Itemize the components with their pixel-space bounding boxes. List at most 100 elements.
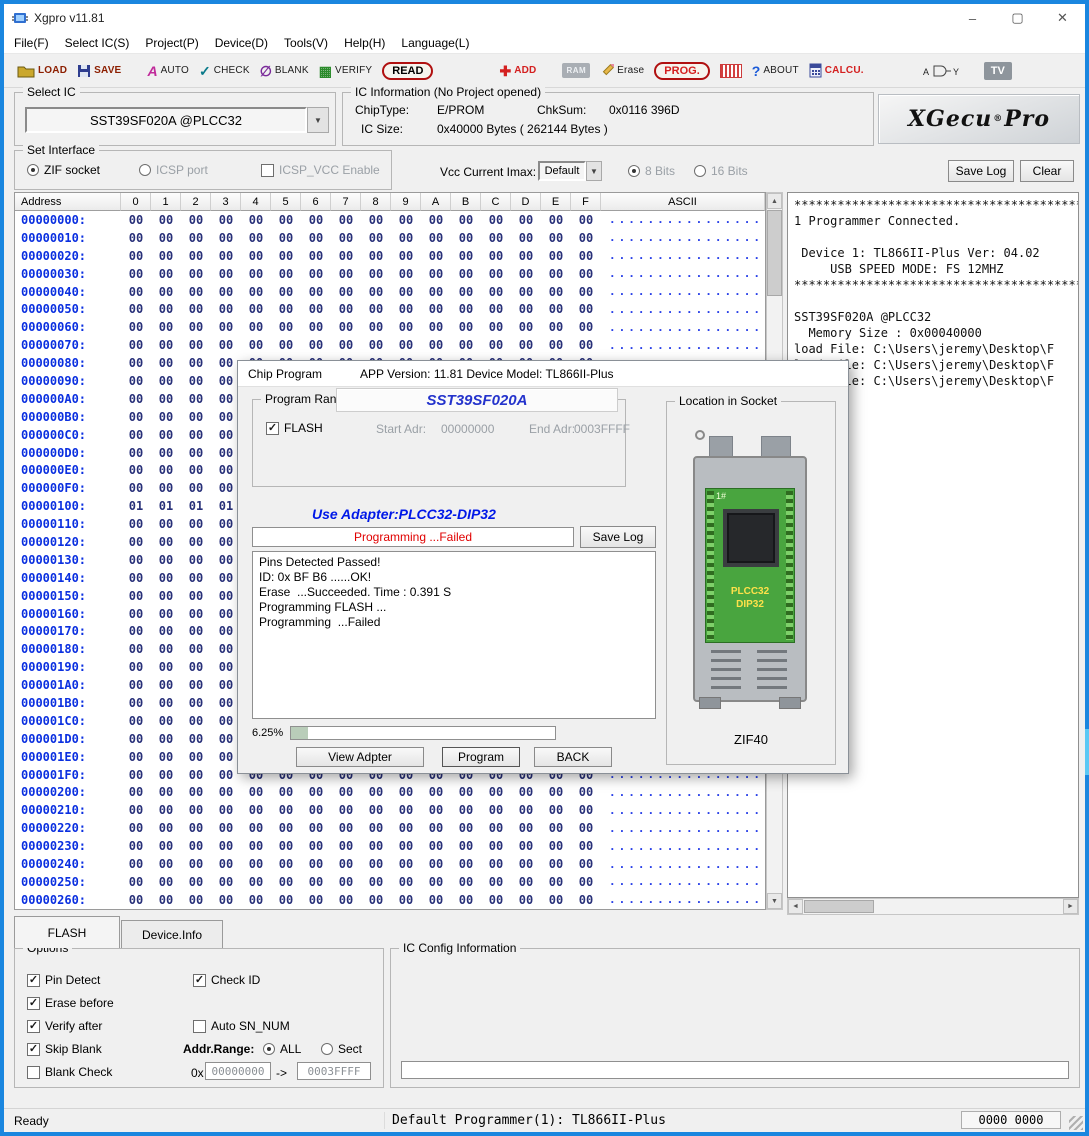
- hex-byte[interactable]: 00: [151, 446, 181, 460]
- hex-byte[interactable]: 00: [541, 785, 571, 799]
- hex-byte[interactable]: 00: [361, 875, 391, 889]
- resize-grip[interactable]: [1069, 1116, 1083, 1130]
- hex-byte[interactable]: 00: [481, 213, 511, 227]
- hex-byte[interactable]: 00: [151, 463, 181, 477]
- hex-byte[interactable]: 00: [181, 678, 211, 692]
- hex-byte[interactable]: 00: [391, 785, 421, 799]
- hex-byte[interactable]: 00: [121, 768, 151, 782]
- hex-byte[interactable]: 00: [391, 803, 421, 817]
- hex-byte[interactable]: 00: [511, 857, 541, 871]
- hex-byte[interactable]: 00: [451, 785, 481, 799]
- hex-byte[interactable]: 00: [121, 803, 151, 817]
- hex-byte[interactable]: 00: [541, 857, 571, 871]
- hex-byte[interactable]: 00: [421, 320, 451, 334]
- hex-byte[interactable]: 00: [331, 893, 361, 907]
- hex-byte[interactable]: 00: [121, 607, 151, 621]
- hex-byte[interactable]: 00: [301, 267, 331, 281]
- hex-byte[interactable]: 00: [121, 821, 151, 835]
- hex-byte[interactable]: 00: [151, 481, 181, 495]
- skip-blank-checkbox[interactable]: ✓: [27, 1043, 40, 1056]
- scroll-down-icon[interactable]: ▼: [767, 893, 782, 909]
- hex-byte[interactable]: 00: [481, 338, 511, 352]
- hex-byte[interactable]: 00: [481, 231, 511, 245]
- hex-header-cell[interactable]: A: [421, 193, 451, 211]
- menu-item[interactable]: Language(L): [393, 33, 477, 53]
- hex-byte[interactable]: 00: [391, 857, 421, 871]
- hex-byte[interactable]: 00: [301, 839, 331, 853]
- hex-byte[interactable]: 00: [301, 875, 331, 889]
- hex-header-cell[interactable]: F: [571, 193, 601, 211]
- hex-header-cell[interactable]: 6: [301, 193, 331, 211]
- hex-byte[interactable]: 00: [121, 571, 151, 585]
- hex-byte[interactable]: 00: [391, 302, 421, 316]
- hex-byte[interactable]: 00: [121, 696, 151, 710]
- check-button[interactable]: ✓ CHECK: [194, 62, 255, 80]
- hex-byte[interactable]: 00: [151, 642, 181, 656]
- hex-byte[interactable]: 00: [331, 839, 361, 853]
- hex-byte[interactable]: 00: [121, 285, 151, 299]
- hex-byte[interactable]: 00: [121, 302, 151, 316]
- hex-byte[interactable]: 00: [241, 875, 271, 889]
- hex-byte[interactable]: 00: [151, 320, 181, 334]
- hex-byte[interactable]: 00: [241, 839, 271, 853]
- range-to-field[interactable]: 0003FFFF: [297, 1062, 371, 1080]
- hex-byte[interactable]: 00: [211, 785, 241, 799]
- hex-byte[interactable]: 00: [211, 857, 241, 871]
- hex-ascii[interactable]: ................: [601, 303, 765, 316]
- hex-byte[interactable]: 00: [571, 302, 601, 316]
- hex-byte[interactable]: 00: [151, 374, 181, 388]
- hex-header-cell[interactable]: B: [451, 193, 481, 211]
- hex-byte[interactable]: 00: [181, 338, 211, 352]
- hex-byte[interactable]: 00: [481, 320, 511, 334]
- hex-byte[interactable]: 00: [151, 714, 181, 728]
- hex-byte[interactable]: 00: [181, 768, 211, 782]
- hex-byte[interactable]: 00: [181, 660, 211, 674]
- hex-byte[interactable]: 00: [481, 302, 511, 316]
- hex-byte[interactable]: 00: [181, 750, 211, 764]
- hex-ascii[interactable]: ................: [601, 804, 765, 817]
- scroll-right-icon[interactable]: ►: [1063, 899, 1078, 914]
- hex-byte[interactable]: 00: [481, 285, 511, 299]
- hex-byte[interactable]: 00: [121, 517, 151, 531]
- hex-byte[interactable]: 00: [181, 285, 211, 299]
- hex-byte[interactable]: 00: [151, 338, 181, 352]
- hex-byte[interactable]: 00: [481, 249, 511, 263]
- hex-byte[interactable]: 00: [181, 249, 211, 263]
- hex-byte[interactable]: 00: [271, 839, 301, 853]
- hex-byte[interactable]: 00: [121, 553, 151, 567]
- hex-byte[interactable]: 00: [271, 875, 301, 889]
- hex-byte[interactable]: 00: [211, 285, 241, 299]
- hex-byte[interactable]: 00: [361, 249, 391, 263]
- hex-byte[interactable]: 00: [361, 302, 391, 316]
- hex-byte[interactable]: 00: [181, 803, 211, 817]
- hex-byte[interactable]: 00: [391, 893, 421, 907]
- ic-dropdown-button[interactable]: ▼: [307, 107, 329, 133]
- hex-ascii[interactable]: ................: [601, 893, 765, 906]
- hex-byte[interactable]: 00: [211, 249, 241, 263]
- hex-byte[interactable]: 00: [541, 213, 571, 227]
- save-button[interactable]: SAVE: [72, 62, 126, 80]
- hex-byte[interactable]: 00: [271, 231, 301, 245]
- hex-byte[interactable]: 00: [331, 320, 361, 334]
- pin-detect-checkbox[interactable]: ✓: [27, 974, 40, 987]
- hex-byte[interactable]: 00: [121, 535, 151, 549]
- vcc-value[interactable]: Default: [538, 161, 586, 181]
- hex-byte[interactable]: 00: [151, 607, 181, 621]
- hex-byte[interactable]: 00: [331, 338, 361, 352]
- hex-byte[interactable]: 00: [541, 893, 571, 907]
- hex-byte[interactable]: 00: [181, 571, 211, 585]
- hex-byte[interactable]: 00: [211, 320, 241, 334]
- hex-byte[interactable]: 00: [121, 857, 151, 871]
- hex-byte[interactable]: 00: [151, 428, 181, 442]
- hex-byte[interactable]: 00: [331, 875, 361, 889]
- hex-byte[interactable]: 00: [181, 714, 211, 728]
- hex-byte[interactable]: 00: [481, 857, 511, 871]
- calcu-button[interactable]: CALCU.: [804, 61, 869, 80]
- hex-byte[interactable]: 00: [451, 893, 481, 907]
- hex-byte[interactable]: 00: [211, 893, 241, 907]
- hex-byte[interactable]: 00: [571, 821, 601, 835]
- menu-item[interactable]: Tools(V): [276, 33, 336, 53]
- dialog-save-log-button[interactable]: Save Log: [580, 526, 656, 548]
- auto-sn-checkbox[interactable]: ✓: [193, 1020, 206, 1033]
- hex-byte[interactable]: 00: [241, 338, 271, 352]
